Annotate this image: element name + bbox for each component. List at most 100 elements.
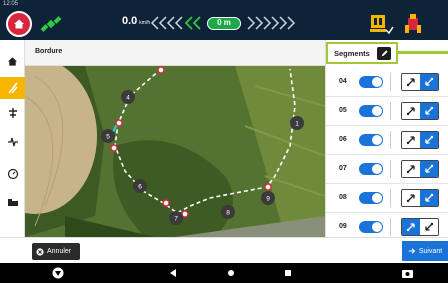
guidance-right-chevrons-icon xyxy=(247,16,296,30)
map-label: 5 xyxy=(106,134,110,141)
direction-selector xyxy=(401,160,439,178)
direction-reverse-button[interactable] xyxy=(420,190,438,206)
recents-icon[interactable] xyxy=(285,270,291,276)
arrow-right-icon xyxy=(408,248,415,254)
activity-icon xyxy=(7,137,18,147)
nav-gauge[interactable] xyxy=(0,163,25,185)
tractor-icon[interactable] xyxy=(402,12,424,36)
edit-segments-button[interactable] xyxy=(377,47,391,60)
segment-row: 06 xyxy=(326,126,448,155)
segment-number: 05 xyxy=(339,107,347,114)
segment-row: 08 xyxy=(326,184,448,213)
page-title: Bordure xyxy=(35,48,63,55)
direction-forward-button[interactable] xyxy=(402,103,420,119)
map-label: 9 xyxy=(266,196,270,203)
direction-forward-button[interactable] xyxy=(402,74,420,90)
direction-reverse-button[interactable] xyxy=(420,132,438,148)
home-icon xyxy=(14,19,24,29)
diagonal-arrow-icon xyxy=(425,135,434,144)
row-divider xyxy=(390,218,391,236)
app-logo-icon[interactable] xyxy=(52,267,64,279)
android-nav-bar xyxy=(0,263,448,283)
diagonal-arrow-icon xyxy=(425,164,434,173)
map-label: 4 xyxy=(126,95,130,102)
gps-satellite-icon[interactable] xyxy=(40,14,62,34)
speed-readout: 0.0 km/h xyxy=(122,15,150,27)
guidance-line-icon xyxy=(7,82,18,94)
segments-title: Segments xyxy=(334,49,370,58)
direction-selector xyxy=(401,218,439,236)
nav-guidance[interactable] xyxy=(0,77,25,99)
top-bar: 0.0 km/h 0 m xyxy=(0,8,448,40)
direction-forward-button[interactable] xyxy=(402,132,420,148)
nav-home[interactable] xyxy=(0,50,25,72)
distance-badge: 0 m xyxy=(207,17,241,30)
direction-reverse-button[interactable] xyxy=(420,103,438,119)
status-bar: 12:05 xyxy=(0,0,448,8)
segments-header: Segments xyxy=(326,42,398,64)
guidance-left-chevrons-icon xyxy=(150,16,201,30)
nav-steering[interactable] xyxy=(0,102,25,124)
diagonal-arrow-icon xyxy=(406,107,415,116)
diagonal-arrow-icon xyxy=(425,106,434,115)
side-nav xyxy=(0,40,25,263)
direction-selector xyxy=(401,189,439,207)
segment-row: 07 xyxy=(326,155,448,184)
segment-number: 08 xyxy=(339,194,347,201)
segment-toggle[interactable] xyxy=(359,221,383,233)
direction-selector xyxy=(401,131,439,149)
diagonal-arrow-icon xyxy=(406,194,415,203)
nav-implement[interactable] xyxy=(0,192,25,214)
map-label: 7 xyxy=(174,216,178,223)
implement-icon[interactable] xyxy=(368,12,394,36)
direction-forward-button[interactable] xyxy=(402,219,420,235)
diagonal-arrow-icon xyxy=(425,193,434,202)
segment-toggle[interactable] xyxy=(359,134,383,146)
direction-reverse-button[interactable] xyxy=(420,161,438,177)
segment-toggle[interactable] xyxy=(359,163,383,175)
direction-forward-button[interactable] xyxy=(402,190,420,206)
row-divider xyxy=(390,189,391,207)
segment-toggle[interactable] xyxy=(359,76,383,88)
row-divider xyxy=(390,131,391,149)
field-map[interactable]: 1 4 5 6 7 8 9 xyxy=(25,66,325,237)
segment-number: 09 xyxy=(339,223,347,230)
map-label: 1 xyxy=(295,121,299,128)
segment-number: 04 xyxy=(339,78,347,85)
cancel-button[interactable]: Annuler xyxy=(32,243,80,260)
home-icon xyxy=(7,56,18,66)
map-label: 6 xyxy=(138,184,142,191)
pencil-icon xyxy=(381,50,388,57)
cancel-label: Annuler xyxy=(47,248,72,255)
gauge-icon xyxy=(7,168,18,180)
diagonal-arrow-icon xyxy=(425,222,434,231)
segment-toggle[interactable] xyxy=(359,105,383,117)
speed-value: 0.0 xyxy=(122,15,138,27)
screenshot-icon[interactable] xyxy=(402,268,413,278)
row-divider xyxy=(390,73,391,91)
implement-nav-icon xyxy=(7,199,18,206)
direction-selector xyxy=(401,73,439,91)
footer-bar: Annuler Suivant xyxy=(0,237,448,263)
direction-forward-button[interactable] xyxy=(402,161,420,177)
direction-reverse-button[interactable] xyxy=(420,74,438,90)
speed-unit: km/h xyxy=(139,20,151,26)
map-label: 8 xyxy=(226,210,230,217)
direction-selector xyxy=(401,102,439,120)
row-divider xyxy=(390,102,391,120)
diagonal-arrow-icon xyxy=(406,136,415,145)
segment-toggle[interactable] xyxy=(359,192,383,204)
next-button[interactable]: Suivant xyxy=(402,241,448,261)
back-icon[interactable] xyxy=(170,269,177,277)
home-button[interactable] xyxy=(6,11,32,37)
nav-activity[interactable] xyxy=(0,131,25,153)
close-icon xyxy=(36,247,44,256)
segments-panel: Segments 04 05 06 07 08 09 xyxy=(325,40,448,242)
diagonal-arrow-icon xyxy=(406,78,415,87)
home-nav-icon[interactable] xyxy=(228,270,234,276)
diagonal-arrow-icon xyxy=(406,223,415,232)
segment-number: 06 xyxy=(339,136,347,143)
row-divider xyxy=(390,160,391,178)
direction-reverse-button[interactable] xyxy=(420,219,438,235)
next-label: Suivant xyxy=(418,247,443,255)
